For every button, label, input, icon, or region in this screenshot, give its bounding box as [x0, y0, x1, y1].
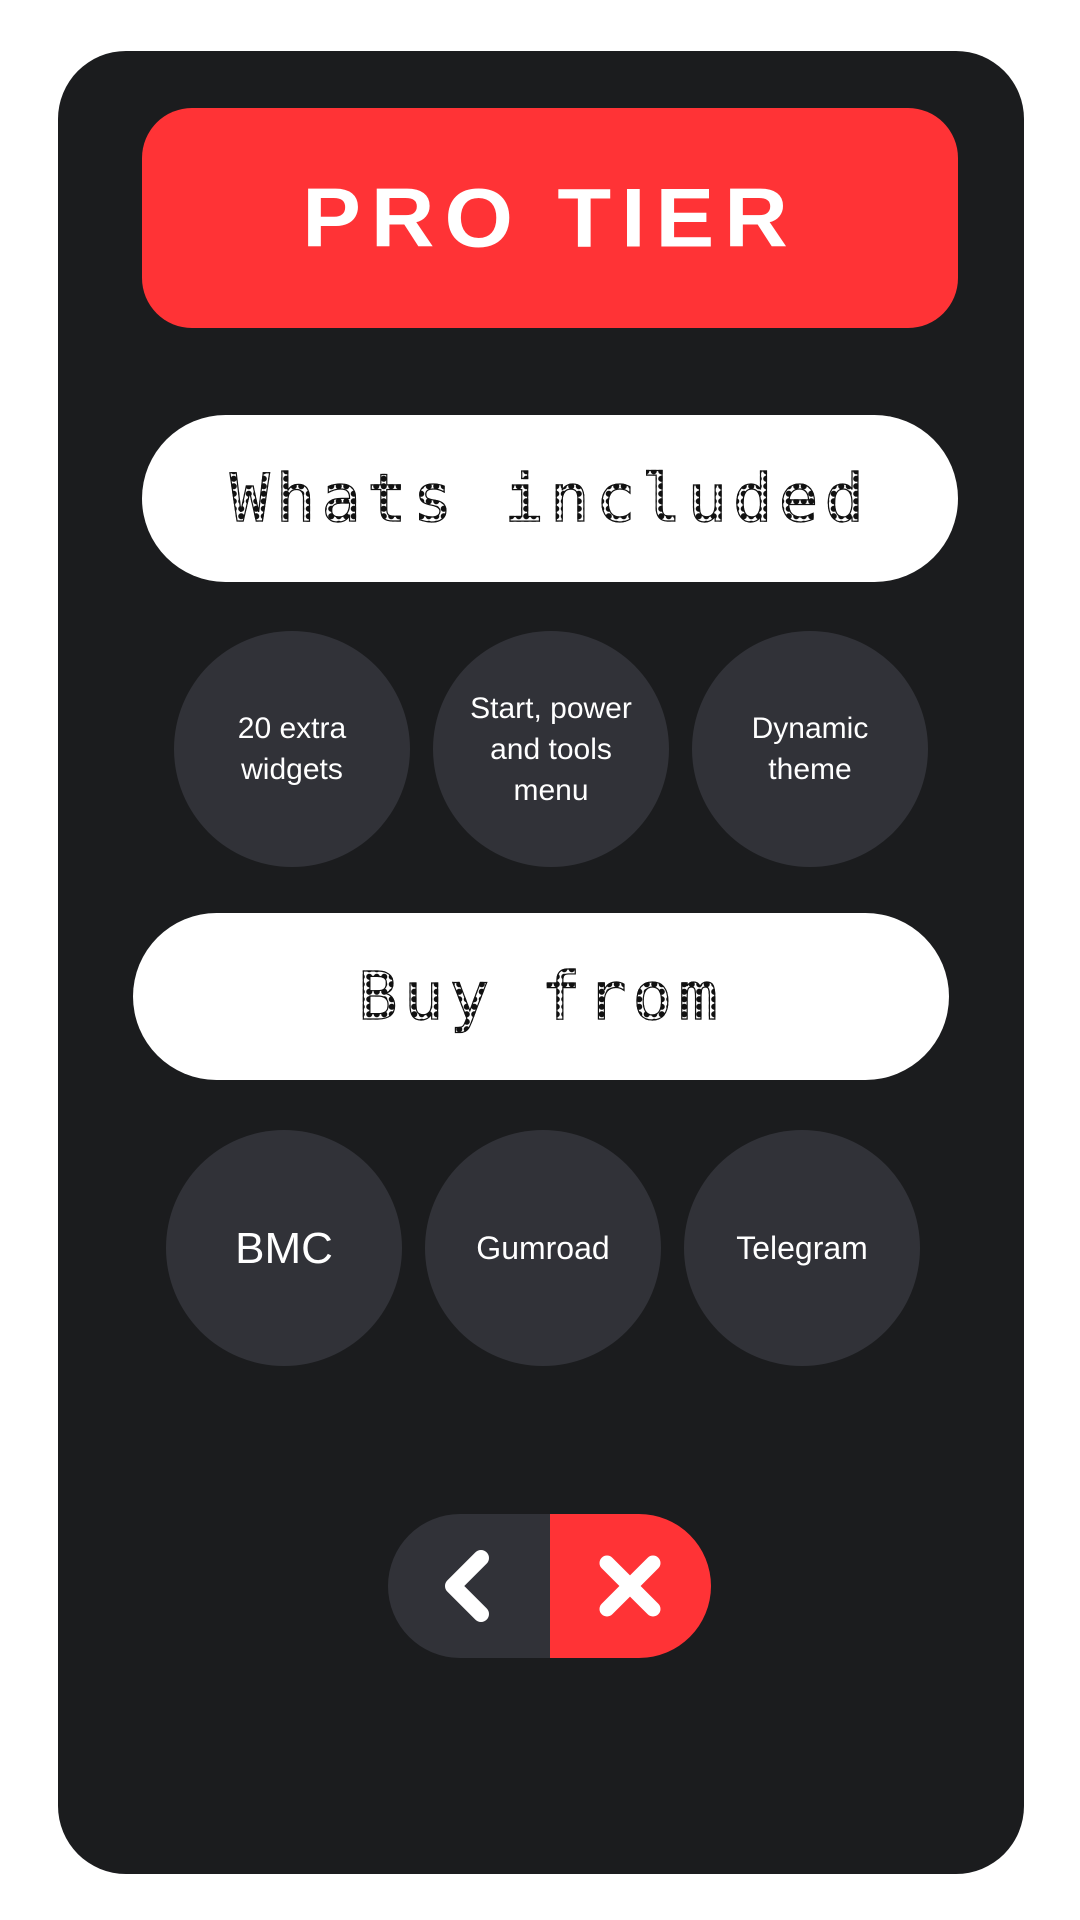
back-button[interactable] — [388, 1514, 550, 1658]
store-label: Gumroad — [476, 1229, 610, 1266]
store-label: Telegram — [736, 1229, 868, 1266]
close-button[interactable] — [549, 1514, 711, 1658]
close-icon — [599, 1555, 661, 1617]
page-title: PRO TIER — [302, 170, 798, 265]
chevron-left-icon — [444, 1550, 489, 1622]
buy-from-label: Buy from — [357, 957, 724, 1035]
store-bmc-button[interactable]: BMC — [166, 1130, 402, 1366]
feature-label: Start, power and tools menu — [470, 691, 632, 807]
feature-extra-widgets: 20 extra widgets — [174, 631, 410, 867]
feature-label: Dynamic theme — [751, 712, 869, 786]
whats-included-header: Whats included — [142, 415, 958, 582]
title-banner: PRO TIER — [142, 108, 958, 328]
feature-label: 20 extra widgets — [237, 712, 347, 786]
buy-from-header: Buy from — [133, 913, 949, 1080]
feature-dynamic-theme: Dynamic theme — [692, 631, 928, 867]
store-label: BMC — [235, 1223, 333, 1273]
whats-included-label: Whats included — [229, 459, 871, 537]
store-telegram-button[interactable]: Telegram — [684, 1130, 920, 1366]
nav-button-group — [388, 1514, 711, 1658]
store-gumroad-button[interactable]: Gumroad — [425, 1130, 661, 1366]
feature-start-power-tools-menu: Start, power and tools menu — [433, 631, 669, 867]
